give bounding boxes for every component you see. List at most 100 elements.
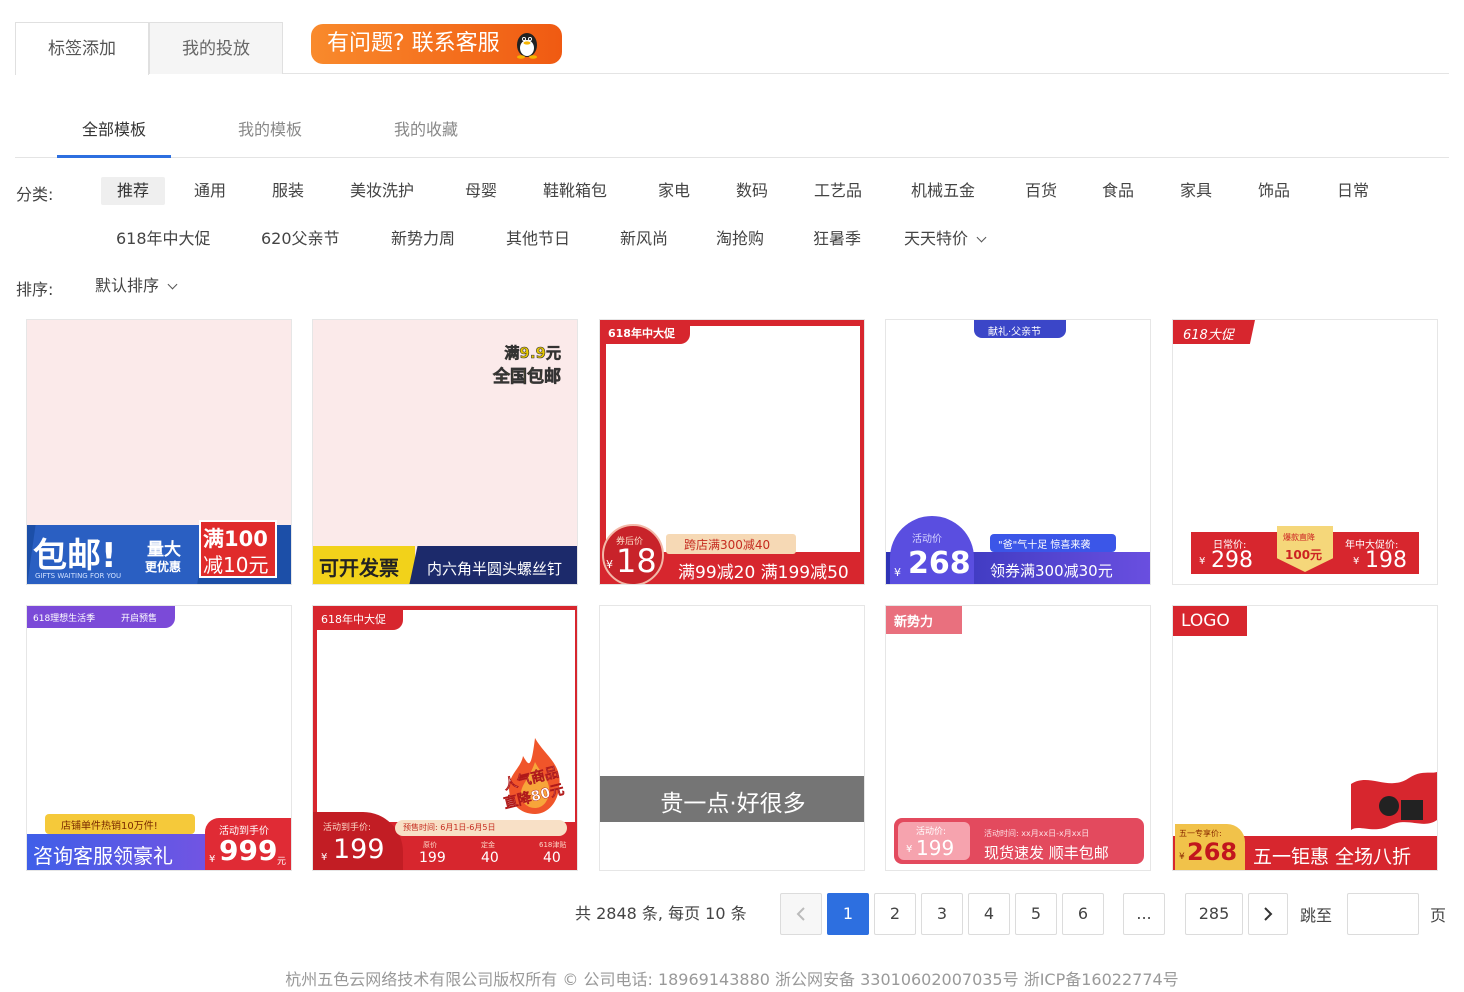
pagination-page-3[interactable]: 3 (921, 893, 963, 935)
card5-currency-l: ¥ (1199, 556, 1206, 567)
sort-value: 默认排序 (95, 276, 160, 295)
card4-price: 268 (908, 546, 971, 581)
card5-m-label: 爆款直降 (1283, 533, 1315, 542)
card7-p3-label: 618津贴 (539, 841, 567, 849)
card7-presale: 预售时间: 6月1日-6月5日 (403, 823, 496, 832)
pagination-page-1[interactable]: 1 (827, 893, 869, 935)
card7-p1: 199 (419, 850, 446, 866)
category-chip[interactable]: 推荐 (101, 177, 166, 205)
category-label: 分类: (16, 185, 54, 204)
pagination-total: 共 2848 条, 每页 10 条 (575, 904, 747, 923)
template-card-3[interactable]: 618年中大促 跨店满300减40 券后价 ¥ 18 满99减20 满199减5… (599, 319, 865, 585)
category-chip[interactable]: 鞋靴箱包 (527, 177, 623, 205)
card6-currency: ¥ (209, 854, 216, 865)
category-chip[interactable]: 新风尚 (604, 225, 684, 253)
card7-p2-label: 定金 (481, 841, 495, 849)
card6-main: 咨询客服领豪礼 (33, 844, 173, 868)
card1-tag1: 量大 (147, 540, 181, 560)
pagination-last-page[interactable]: 285 (1185, 893, 1243, 935)
card10-main: 五一钜惠 全场八折 (1253, 846, 1412, 868)
category-chip[interactable]: 日常 (1321, 177, 1385, 205)
tab-all-templates[interactable]: 全部模板 (57, 116, 171, 158)
category-chip[interactable]: 服装 (256, 177, 320, 205)
template-card-5[interactable]: 618大促 日常价: ¥ 298 爆款直降 100元 年中大促价: ¥ 198 (1172, 319, 1438, 585)
pagination-next-button[interactable] (1248, 893, 1288, 935)
pagination-page-6[interactable]: 6 (1062, 893, 1104, 935)
template-card-1[interactable]: 包邮! GIFTS WAITING FOR YOU 量大 更优惠 满100 减1… (26, 319, 292, 585)
tab-my-templates[interactable]: 我的模板 (213, 116, 327, 158)
card1-sub: GIFTS WAITING FOR YOU (35, 572, 122, 580)
card1-box2: 减10元 (203, 553, 269, 577)
template-card-7[interactable]: 618年中大促 人气商品 直降80元 活动到手价: ¥ 199 预售时间: 6月… (312, 605, 578, 871)
card6-corner2: 开启预售 (121, 614, 158, 624)
category-chip[interactable]: 其他节日 (490, 225, 586, 253)
pagination-page-4[interactable]: 4 (968, 893, 1010, 935)
footer-copyright: 杭州五色云网络技术有限公司版权所有 © 公司电话: 18969143880 浙公… (285, 970, 1179, 989)
category-chip[interactable]: 饰品 (1242, 177, 1306, 205)
card6-price: 999 (219, 834, 278, 867)
pagination-jump-input[interactable] (1347, 893, 1419, 935)
category-chip[interactable]: 620父亲节 (245, 225, 356, 253)
template-card-9[interactable]: 新势力 活动价: ¥ 199 活动时间: xx月xx日-x月xx日 现货速发 顺… (885, 605, 1151, 871)
category-chip[interactable]: 美妆洗护 (334, 177, 430, 205)
tab-my-favorites[interactable]: 我的收藏 (369, 116, 483, 158)
card9-currency: ¥ (906, 844, 913, 855)
card4-chip: "爸"气十足 惊喜来袭 (998, 540, 1091, 551)
category-chip[interactable]: 通用 (178, 177, 242, 205)
chevron-left-icon (796, 907, 805, 921)
card5-currency-r: ¥ (1353, 556, 1360, 567)
category-chip[interactable]: 家电 (642, 177, 706, 205)
card5-m-value: 100元 (1285, 548, 1323, 562)
tab-tag-add[interactable]: 标签添加 (15, 22, 149, 75)
pagination-page-2[interactable]: 2 (874, 893, 916, 935)
card10-logo: LOGO (1181, 611, 1230, 631)
card3-corner: 618年中大促 (608, 327, 675, 340)
category-chip[interactable]: 新势力周 (375, 225, 471, 253)
flag-icon (1351, 772, 1437, 830)
qq-penguin-icon (516, 33, 537, 59)
template-card-4[interactable]: 献礼·父亲节 "爸"气十足 惊喜来袭 活动价 ¥ 268 领券满300减30元 (885, 319, 1151, 585)
template-card-10[interactable]: LOGO 五一专享价: ¥ 268 五一钜惠 全场八折 (1172, 605, 1438, 871)
category-chip[interactable]: 家具 (1164, 177, 1228, 205)
card6-corner: 618理想生活季 (33, 614, 96, 624)
contact-support-button[interactable]: 有问题? 联系客服 (311, 24, 562, 64)
category-more-dropdown[interactable]: 天天特价 (888, 225, 1001, 253)
category-chip[interactable]: 工艺品 (798, 177, 878, 205)
template-card-2[interactable]: 满9.9元 全国包邮 可开发票 内六角半圆头螺丝钉 (312, 319, 578, 585)
card7-p1-label: 原价 (423, 841, 437, 849)
template-card-6[interactable]: 618理想生活季 开启预售 店铺单件热销10万件! 咨询客服领豪礼 活动到手价 … (26, 605, 292, 871)
card9-price: 199 (916, 836, 955, 860)
card9-main: 现货速发 顺丰包邮 (984, 844, 1109, 862)
category-chip[interactable]: 618年中大促 (100, 225, 227, 253)
category-chip[interactable]: 食品 (1086, 177, 1150, 205)
card10-price: 268 (1187, 838, 1238, 866)
template-card-8[interactable]: 贵一点·好很多 (599, 605, 865, 871)
card1-tag2: 更优惠 (145, 560, 182, 574)
template-tab-bar: 全部模板 我的模板 我的收藏 (15, 100, 1449, 158)
card3-promo-top: 跨店满300减40 (684, 538, 771, 552)
category-chip[interactable]: 狂暑季 (797, 225, 877, 253)
card3-promo: 满99减20 满199减50 (678, 563, 849, 583)
card7-p2: 40 (481, 850, 499, 866)
card6-ribbon: 店铺单件热销10万件! (61, 821, 158, 832)
sort-dropdown[interactable]: 默认排序 (79, 272, 192, 300)
card5-corner: 618大促 (1183, 328, 1234, 343)
category-more-label: 天天特价 (904, 229, 969, 248)
card2-left: 可开发票 (319, 556, 399, 580)
category-chip[interactable]: 淘抢购 (700, 225, 780, 253)
pagination-page-5[interactable]: 5 (1015, 893, 1057, 935)
tab-my-launch[interactable]: 我的投放 (149, 22, 283, 74)
card7-corner: 618年中大促 (321, 613, 386, 626)
card4-currency: ¥ (894, 566, 901, 579)
category-chip[interactable]: 数码 (720, 177, 784, 205)
pagination-prev-button[interactable] (780, 893, 822, 935)
sort-label: 排序: (16, 280, 54, 299)
pagination-page-unit: 页 (1430, 906, 1447, 925)
category-chip[interactable]: 百货 (1009, 177, 1073, 205)
card2-top2: 全国包邮 (493, 367, 562, 388)
chevron-down-icon (976, 232, 987, 243)
card9-time: 活动时间: xx月xx日-x月xx日 (984, 829, 1090, 838)
pagination-ellipsis[interactable]: ... (1123, 893, 1165, 935)
category-chip[interactable]: 机械五金 (895, 177, 991, 205)
category-chip[interactable]: 母婴 (449, 177, 513, 205)
